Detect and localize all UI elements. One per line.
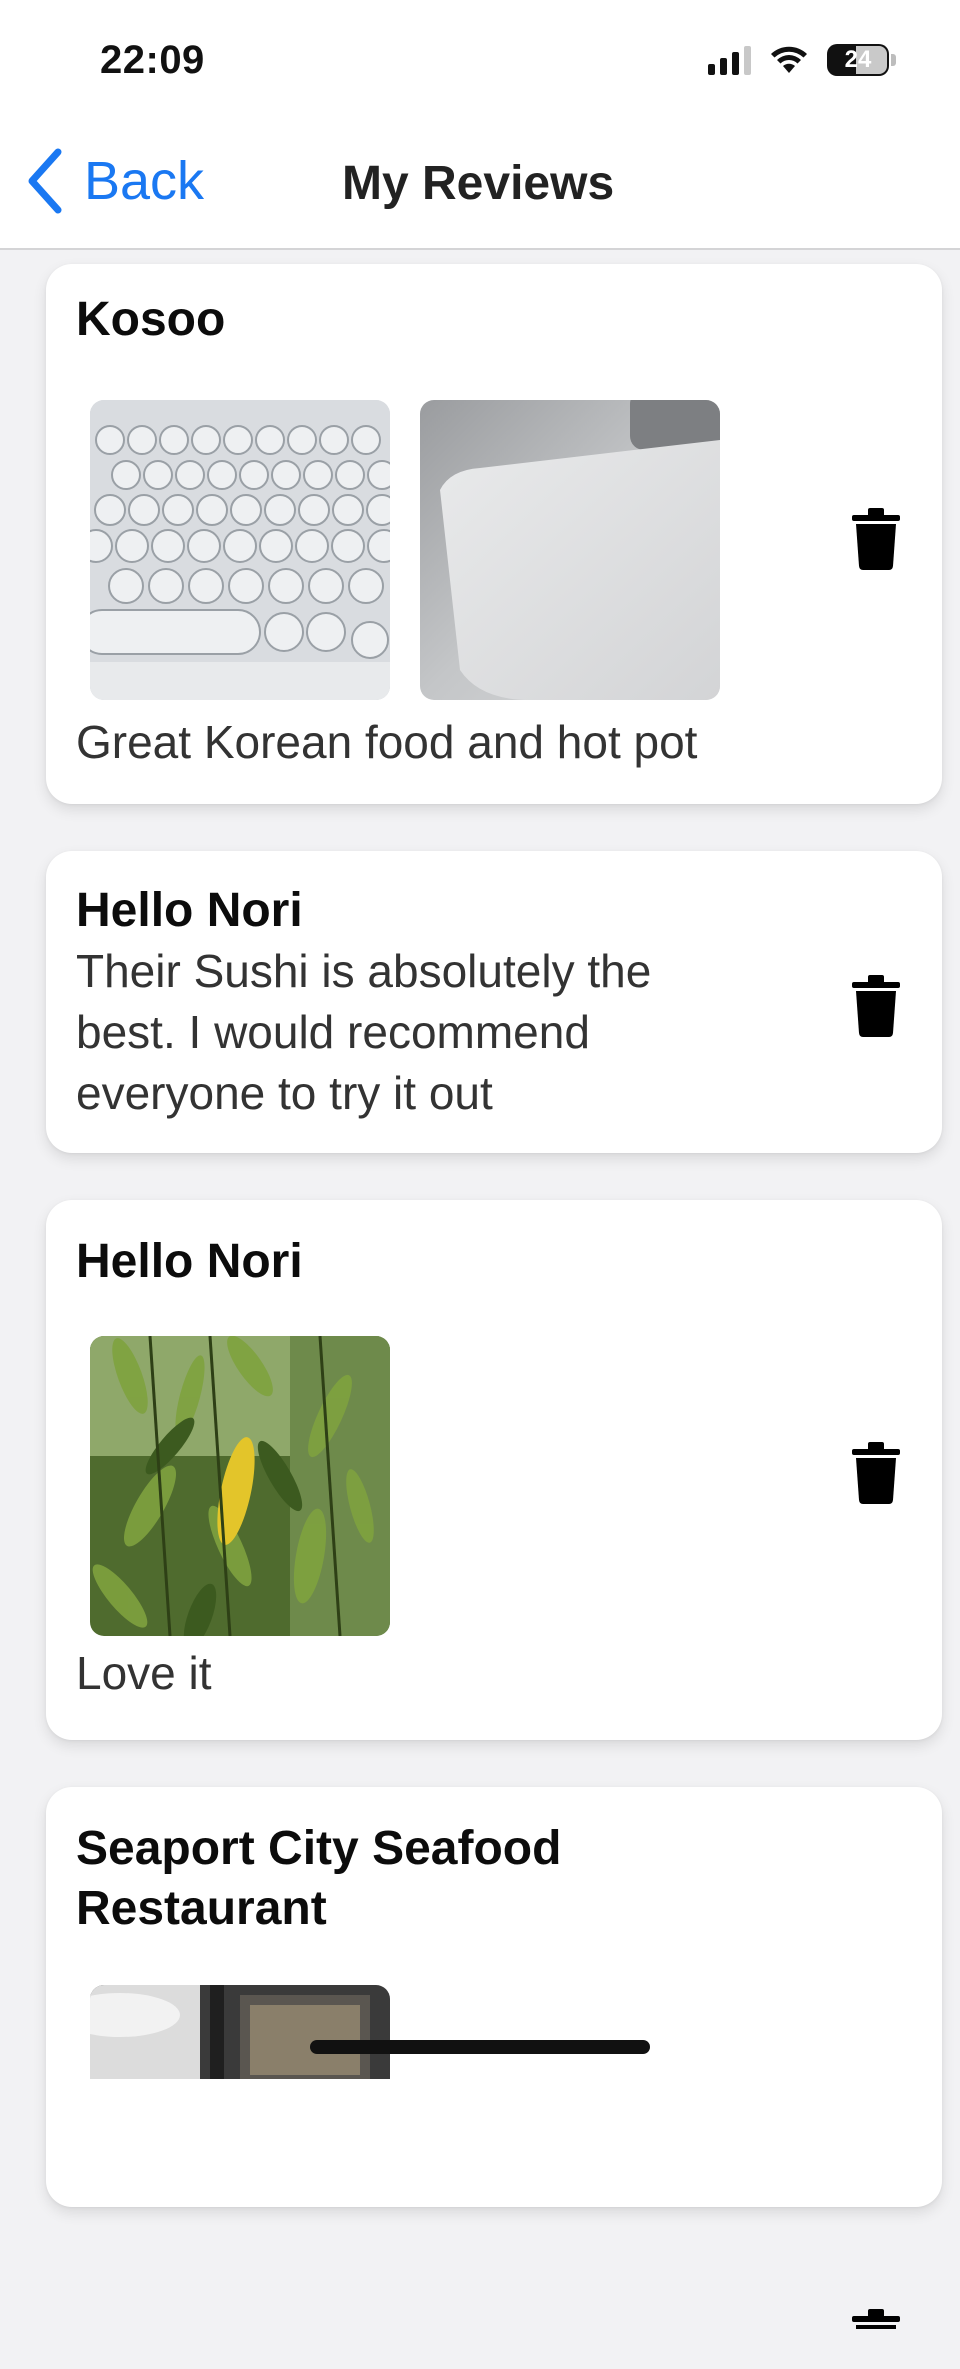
cellular-signal-icon xyxy=(708,45,751,75)
back-button[interactable]: Back xyxy=(24,146,204,216)
review-title: Seaport City Seafood Restaurant xyxy=(76,1819,561,1939)
plant-photo[interactable] xyxy=(90,1336,390,1636)
review-title: Hello Nori xyxy=(76,1235,303,1288)
status-bar: 22:09 24 xyxy=(0,0,960,120)
restaurant-photo[interactable] xyxy=(90,1985,390,2079)
trash-icon[interactable] xyxy=(852,508,900,570)
page-title: My Reviews xyxy=(342,157,615,210)
review-text: Love it xyxy=(76,1647,212,1699)
review-title-line: Seaport City Seafood xyxy=(76,1822,562,1875)
review-title: Kosoo xyxy=(76,293,226,346)
trash-icon[interactable] xyxy=(852,1442,900,1504)
review-card[interactable]: Hello Nori Love it xyxy=(46,1200,942,1740)
chevron-left-icon xyxy=(28,148,62,214)
status-icons: 24 xyxy=(708,44,896,76)
review-text-line: best. I would recommend xyxy=(76,1006,590,1058)
review-title-line: Restaurant xyxy=(76,1882,327,1935)
trackpad-photo[interactable] xyxy=(420,400,720,700)
trash-icon-partial[interactable] xyxy=(852,2309,900,2329)
review-text: Their Sushi is absolutely the best. I wo… xyxy=(76,941,651,1124)
review-text: Great Korean food and hot pot xyxy=(76,716,698,768)
review-card[interactable]: Seaport City Seafood Restaurant xyxy=(46,1787,942,2329)
wifi-icon xyxy=(771,46,807,73)
navigation-bar: Back My Reviews xyxy=(0,120,960,250)
review-title: Hello Nori xyxy=(76,884,303,937)
battery-level: 24 xyxy=(844,46,872,73)
trash-icon[interactable] xyxy=(852,975,900,1037)
review-text-line: Their Sushi is absolutely the xyxy=(76,945,652,997)
home-indicator[interactable] xyxy=(310,2040,650,2054)
battery-icon: 24 xyxy=(827,44,889,76)
review-text-line: everyone to try it out xyxy=(76,1067,493,1119)
review-card[interactable]: Hello Nori Their Sushi is absolutely the… xyxy=(46,851,942,1153)
trash-icon[interactable] xyxy=(852,1692,900,1754)
keyboard-photo[interactable] xyxy=(90,400,390,700)
status-time: 22:09 xyxy=(100,38,205,82)
review-card[interactable]: Kosoo Great Korean food and hot pot xyxy=(46,264,942,804)
back-label: Back xyxy=(84,151,205,211)
